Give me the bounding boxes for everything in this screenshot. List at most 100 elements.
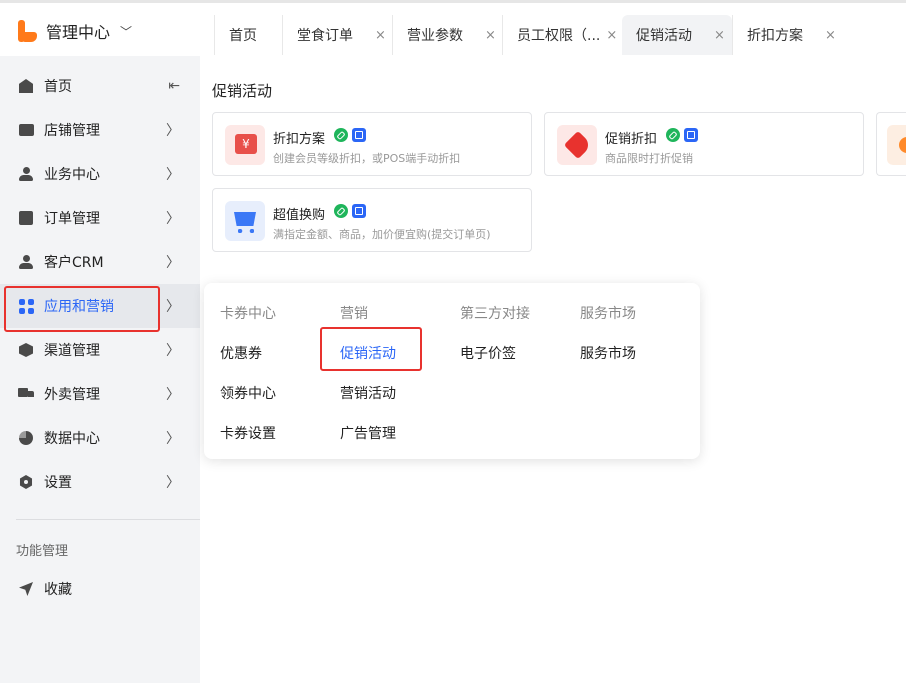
home-icon xyxy=(18,78,34,94)
close-icon[interactable]: × xyxy=(375,28,386,43)
sidebar-item-label: 数据中心 xyxy=(44,431,100,447)
sidebar-item-home[interactable]: 首页 ⇤ xyxy=(0,64,200,108)
sidebar-item-label: 店铺管理 xyxy=(44,123,100,139)
brand-title: 管理中心 xyxy=(46,23,111,42)
tab-label: 促销活动 xyxy=(636,28,692,44)
sidebar-divider xyxy=(16,519,200,520)
card-promo-discount[interactable]: 促销折扣 商品限时打折促销 xyxy=(544,112,864,176)
card-desc: 商品限时打折促销 xyxy=(605,152,693,165)
favorite-icon xyxy=(18,581,34,597)
pos-icon xyxy=(352,128,366,142)
sidebar-item-label: 业务中心 xyxy=(44,167,100,183)
sidebar-item-orders[interactable]: 订单管理 〉 xyxy=(0,196,200,240)
customer-icon xyxy=(18,254,34,270)
mini-program-icon xyxy=(334,204,348,218)
sidebar-item-business[interactable]: 业务中心 〉 xyxy=(0,152,200,196)
tab-business-params[interactable]: 营业参数 × xyxy=(392,15,502,55)
highlight-box xyxy=(4,286,160,332)
card-title: 超值换购 xyxy=(273,208,326,223)
promo-icon xyxy=(887,125,906,165)
card-title: 促销折扣 xyxy=(605,132,658,147)
settings-icon xyxy=(18,474,34,490)
chevron-right-icon: 〉 xyxy=(166,299,180,315)
tab-promotions[interactable]: 促销活动 × xyxy=(622,15,732,55)
sidebar-item-label: 外卖管理 xyxy=(44,387,100,403)
card-value-exchange[interactable]: 超值换购 满指定金额、商品，加价便宜购(提交订单页) xyxy=(212,188,532,252)
tab-label: 堂食订单 xyxy=(297,28,353,44)
chevron-right-icon: 〉 xyxy=(166,123,180,139)
sidebar-item-settings[interactable]: 设置 〉 xyxy=(0,460,200,504)
highlight-box xyxy=(320,327,422,371)
tab-home[interactable]: 首页 xyxy=(214,15,282,55)
tab-label: 折扣方案 xyxy=(747,28,803,44)
chevron-right-icon: 〉 xyxy=(166,167,180,183)
sidebar: 首页 ⇤ 店铺管理 〉 业务中心 〉 订单管理 〉 客户CRM 〉 应用和营销 … xyxy=(0,56,200,683)
card-desc: 满指定金额、商品，加价便宜购(提交订单页) xyxy=(273,228,491,241)
brand-switcher[interactable]: 管理中心 ﹀ xyxy=(18,19,132,43)
sidebar-item-label: 收藏 xyxy=(44,582,72,598)
flyout-column-heading: 卡券中心 xyxy=(220,306,276,322)
chevron-right-icon: 〉 xyxy=(166,211,180,227)
card-title: 折扣方案 xyxy=(273,132,326,147)
sidebar-item-store[interactable]: 店铺管理 〉 xyxy=(0,108,200,152)
chevron-right-icon: 〉 xyxy=(166,475,180,491)
chevron-right-icon: 〉 xyxy=(166,431,180,447)
flyout-column-heading: 第三方对接 xyxy=(460,306,530,322)
pos-icon xyxy=(352,204,366,218)
sidebar-item-data[interactable]: 数据中心 〉 xyxy=(0,416,200,460)
sidebar-item-channels[interactable]: 渠道管理 〉 xyxy=(0,328,200,372)
platform-badges xyxy=(666,128,698,142)
sidebar-item-label: 订单管理 xyxy=(44,211,100,227)
flyout-item-marketing-campaigns[interactable]: 营销活动 xyxy=(340,383,396,403)
close-icon[interactable]: × xyxy=(485,28,496,43)
platform-badges xyxy=(334,204,366,218)
close-icon[interactable]: × xyxy=(825,28,836,43)
section-title: 功能管理 xyxy=(16,544,69,559)
flyout-column-heading: 服务市场 xyxy=(580,306,636,322)
pos-icon xyxy=(684,128,698,142)
card-discount-plan[interactable]: 折扣方案 创建会员等级折扣，或POS端手动折扣 xyxy=(212,112,532,176)
sidebar-item-label: 设置 xyxy=(44,475,72,491)
tab-staff-permissions[interactable]: 员工权限（... × xyxy=(502,15,622,55)
brand-logo-icon xyxy=(18,20,38,42)
flyout-item-coupon-center[interactable]: 领券中心 xyxy=(220,383,276,403)
chevron-right-icon: 〉 xyxy=(166,343,180,359)
shopping-cart-icon xyxy=(225,201,265,241)
tab-dine-in-orders[interactable]: 堂食订单 × xyxy=(282,15,392,55)
store-icon xyxy=(18,122,34,138)
data-icon xyxy=(18,430,34,446)
platform-badges xyxy=(334,128,366,142)
sidebar-item-crm[interactable]: 客户CRM 〉 xyxy=(0,240,200,284)
tab-discount-plans[interactable]: 折扣方案 × xyxy=(732,15,836,55)
flyout-item-e-price-tag[interactable]: 电子价签 xyxy=(460,343,516,363)
page-title: 促销活动 xyxy=(212,82,273,100)
sidebar-item-favorites[interactable]: 收藏 xyxy=(0,567,200,611)
order-icon xyxy=(18,210,34,226)
close-icon[interactable]: × xyxy=(714,28,725,43)
flyout-item-coupon-settings[interactable]: 卡券设置 xyxy=(220,423,276,443)
flyout-item-coupons[interactable]: 优惠券 xyxy=(220,343,262,363)
tab-label: 员工权限（... xyxy=(517,28,601,44)
flyout-column-heading: 营销 xyxy=(340,306,368,322)
sale-tag-icon xyxy=(557,125,597,165)
channel-icon xyxy=(18,342,34,358)
card-desc: 创建会员等级折扣，或POS端手动折扣 xyxy=(273,152,461,165)
delivery-icon xyxy=(18,386,34,402)
sidebar-item-label: 客户CRM xyxy=(44,255,104,271)
chevron-right-icon: 〉 xyxy=(166,255,180,271)
collapse-icon[interactable]: ⇤ xyxy=(168,78,180,94)
flyout-item-service-market[interactable]: 服务市场 xyxy=(580,343,636,363)
flyout-menu: 卡券中心 优惠券 领券中心 卡券设置 营销 促销活动 营销活动 广告管理 第三方… xyxy=(204,283,700,459)
close-icon[interactable]: × xyxy=(606,28,617,43)
flyout-item-ad-management[interactable]: 广告管理 xyxy=(340,423,396,443)
tab-label: 首页 xyxy=(229,28,257,44)
mini-program-icon xyxy=(666,128,680,142)
chevron-right-icon: 〉 xyxy=(166,387,180,403)
discount-ticket-icon xyxy=(225,125,265,165)
mini-program-icon xyxy=(334,128,348,142)
sidebar-item-label: 渠道管理 xyxy=(44,343,100,359)
sidebar-item-delivery[interactable]: 外卖管理 〉 xyxy=(0,372,200,416)
tab-label: 营业参数 xyxy=(407,28,463,44)
chevron-down-icon: ﹀ xyxy=(120,24,133,39)
card-partial[interactable] xyxy=(876,112,906,176)
